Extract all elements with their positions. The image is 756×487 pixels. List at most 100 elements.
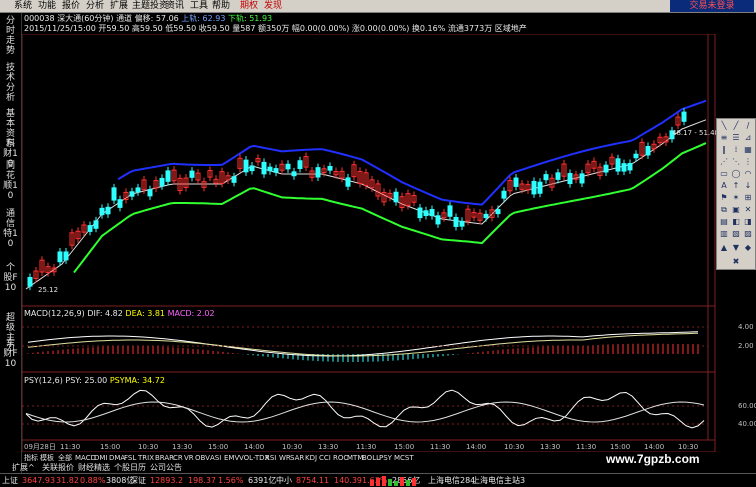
ind-tab-mtm[interactable]: MTM [347, 453, 363, 463]
speed-tool-icon[interactable]: ⋰ [719, 157, 729, 167]
delete-tool-icon[interactable]: ✕ [743, 205, 753, 215]
sub-tab-related-quotes[interactable]: 关联报价 [42, 463, 74, 473]
rect-tool-icon[interactable]: ▭ [719, 169, 729, 179]
candle-body [129, 191, 135, 197]
text-tool-icon[interactable]: A [719, 181, 729, 191]
ruler-tool-icon[interactable]: ⊞ [743, 193, 753, 203]
sub-tab-stock-calendar[interactable]: 个股日历 [114, 463, 146, 473]
zoom-out-tool-icon[interactable]: ▼ [731, 243, 741, 253]
candle-body [429, 208, 435, 217]
candle-body [273, 168, 279, 173]
menu-extend[interactable]: 扩展 [110, 1, 128, 12]
ind-tab-indicator[interactable]: 指标 [24, 453, 38, 463]
ind-tab-obv[interactable]: OBV [195, 453, 210, 463]
connection-status-1[interactable]: 上海电信284 [428, 476, 475, 486]
zoom-in-tool-icon[interactable]: ▲ [719, 243, 729, 253]
copy-tool-icon[interactable]: ⧉ [719, 205, 729, 215]
ind-tab-roc[interactable]: ROC [333, 453, 348, 463]
menu-help[interactable]: 帮助 [212, 1, 230, 12]
menu-analysis[interactable]: 分析 [86, 1, 104, 12]
chart-area[interactable] [22, 34, 716, 452]
candle-body [147, 189, 153, 197]
macd-y-label-2: 2.00 [738, 342, 754, 350]
ind-tab-vr[interactable]: VR [184, 453, 194, 463]
sz-index-value: 12893.2 [150, 476, 184, 485]
grid-tool-icon[interactable]: ▦ [743, 145, 753, 155]
settings-tool-icon[interactable]: ▨ [743, 229, 753, 239]
ind-tab-boll[interactable]: BOLL [362, 453, 380, 463]
load-tool-icon[interactable]: ▧ [731, 229, 741, 239]
down-arrow-tool-icon[interactable]: ↓ [743, 181, 753, 191]
reset-tool-icon[interactable]: ◆ [743, 243, 753, 253]
time-label: 10:30 [678, 443, 699, 451]
style-tool-icon[interactable]: ◨ [743, 217, 753, 227]
sz-index-change: 198.37 [188, 476, 216, 485]
save-tool-icon[interactable]: ▥ [719, 229, 729, 239]
parallel-tool-icon[interactable]: ╱ [731, 121, 741, 131]
hide-tool-icon[interactable]: ▣ [731, 205, 741, 215]
ind-tab-cci[interactable]: CCI [319, 453, 331, 463]
mark-tool-icon[interactable]: ✶ [731, 193, 741, 203]
ind-tab-sar[interactable]: SAR [290, 453, 304, 463]
tab-stock-f10[interactable]: 个股F10 [2, 263, 19, 293]
menu-function[interactable]: 功能 [38, 1, 56, 12]
ind-tab-kdj[interactable]: KDJ [305, 453, 317, 463]
menu-tools[interactable]: 工具 [190, 1, 208, 12]
tab-tongxin-f10[interactable]: 通信特10 [2, 209, 19, 249]
ind-tab-all[interactable]: 全部 [58, 453, 72, 463]
flag-tool-icon[interactable]: ⚑ [719, 193, 729, 203]
menu-quote[interactable]: 报价 [62, 1, 80, 12]
up-arrow-tool-icon[interactable]: ↑ [731, 181, 741, 191]
ind-tab-rsi[interactable]: RSI [265, 453, 276, 463]
menu-discover[interactable]: 发现 [264, 1, 282, 12]
menu-system[interactable]: 系统 [14, 1, 32, 12]
ind-tab-macd[interactable]: MACD [75, 453, 96, 463]
candle-body [501, 190, 507, 199]
cycle-tool-icon[interactable]: ⁞ [731, 145, 741, 155]
ray-tool-icon[interactable]: ∕ [743, 121, 753, 131]
line-tool-icon[interactable]: ╲ [719, 121, 729, 131]
tab-intraday[interactable]: 分时走势 [2, 16, 19, 56]
ind-tab-cr[interactable]: CR [173, 453, 183, 463]
sub-tab-announcements[interactable]: 公司公告 [150, 463, 182, 473]
time-label: 10:30 [504, 443, 525, 451]
arc-tool-icon[interactable]: ◠ [743, 169, 753, 179]
gann-tool-icon[interactable]: ⊿ [743, 133, 753, 143]
channel-tool-icon[interactable]: ≡ [719, 133, 729, 143]
mid-band-path [25, 119, 707, 290]
color-tool-icon[interactable]: ◧ [731, 217, 741, 227]
tab-dongcai-f10[interactable]: 东财F10 [2, 339, 19, 369]
ind-tab-dmi[interactable]: DMI [94, 453, 108, 463]
lock-tool-icon[interactable]: ▤ [719, 217, 729, 227]
zx-index-label: 中小 [276, 476, 292, 485]
fib-tool-icon[interactable]: ☰ [731, 133, 741, 143]
ind-tab-dma[interactable]: DMA [109, 453, 125, 463]
candle-body [633, 153, 639, 159]
trade-login-button[interactable]: 交易未登录 [670, 0, 754, 12]
percent-tool-icon[interactable]: ⋱ [731, 157, 741, 167]
candle-body [531, 180, 537, 195]
bar-high: 高59.50 [131, 24, 163, 33]
ind-tab-emv[interactable]: EMV [224, 453, 239, 463]
ind-tab-psy[interactable]: PSY [379, 453, 392, 463]
ind-tab-trix[interactable]: TRIX [138, 453, 154, 463]
bars-tool-icon[interactable]: ‖ [719, 145, 729, 155]
menu-theme-invest[interactable]: 主题投资 [132, 1, 168, 12]
tab-technical[interactable]: 技术分析 [2, 63, 19, 103]
fan-tool-icon[interactable]: ⋮ [743, 157, 753, 167]
ind-tab-template[interactable]: 模板 [40, 453, 54, 463]
menu-options[interactable]: 期权 [240, 1, 258, 12]
candle-body [543, 174, 549, 181]
ellipse-tool-icon[interactable]: ◯ [731, 169, 741, 179]
candle-body [249, 165, 255, 172]
ind-tab-fsl[interactable]: FSL [124, 453, 136, 463]
sub-tab-extend[interactable]: 扩展^ [12, 463, 35, 473]
ind-tab-brar[interactable]: BRAR [155, 453, 174, 463]
sub-tab-finance-picks[interactable]: 财经精选 [78, 463, 110, 473]
tab-tonghuashun-f10[interactable]: 同花顺10 [2, 161, 19, 201]
ind-tab-mcst[interactable]: MCST [394, 453, 414, 463]
ind-tab-asi[interactable]: ASI [210, 453, 221, 463]
close-palette-icon[interactable]: ✖ [731, 257, 741, 267]
connection-status-2[interactable]: 上海电信主站3 [472, 476, 525, 486]
menu-news[interactable]: 资讯 [166, 1, 184, 12]
